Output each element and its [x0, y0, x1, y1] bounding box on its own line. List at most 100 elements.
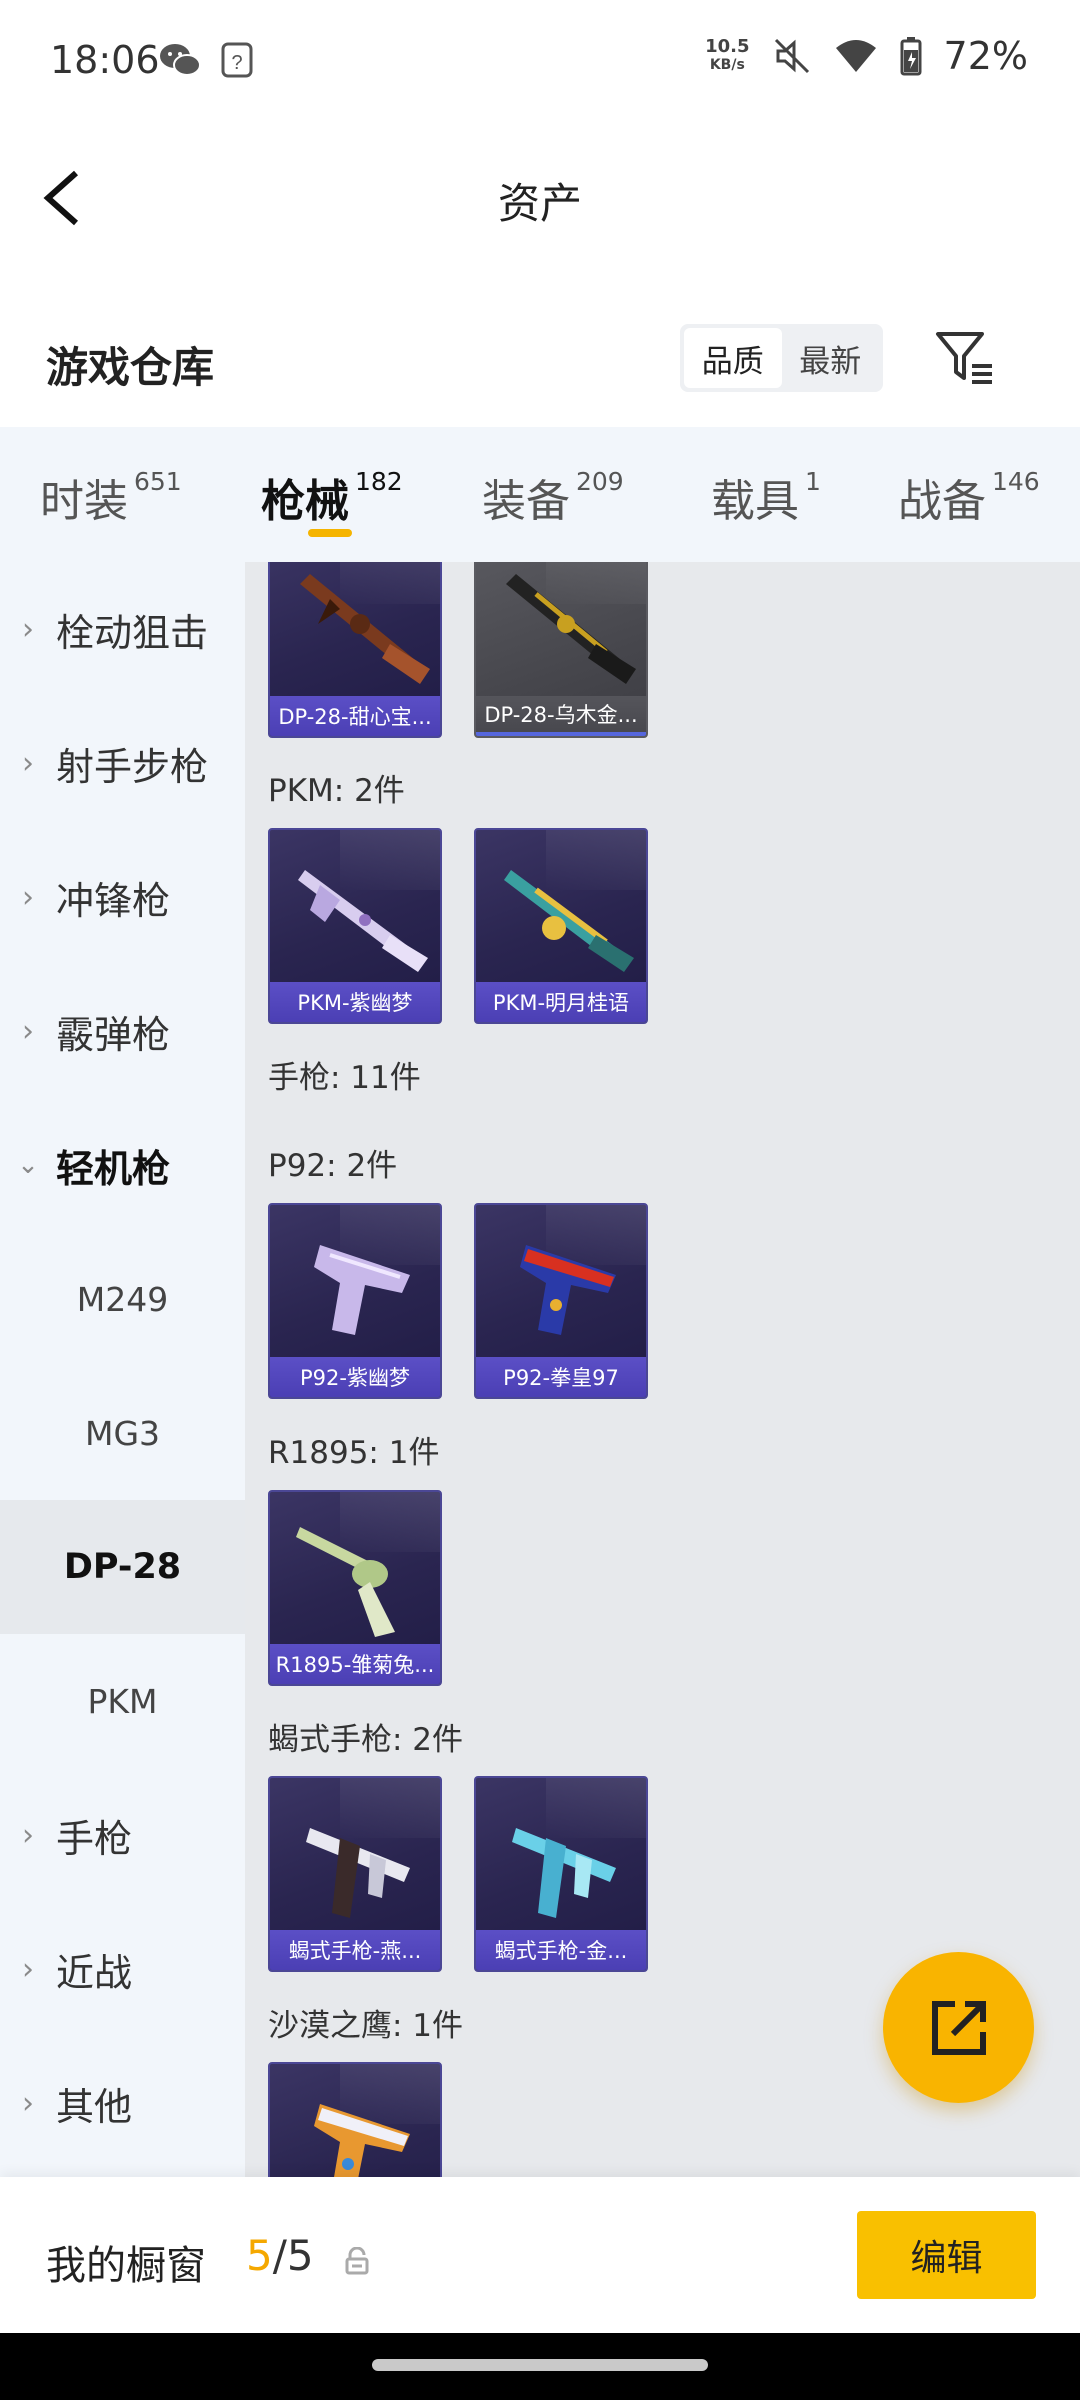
card-name: 蝎式手枪-燕... — [270, 1930, 440, 1970]
tab-supplies[interactable]: 战备 146 — [898, 465, 1040, 529]
sidebar-item-marksman-rifle[interactable]: › 射手步枪 — [0, 696, 245, 830]
mute-icon — [774, 38, 809, 74]
card-name: P92-拳皇97 — [476, 1357, 646, 1397]
chevron-right-icon: › — [22, 879, 34, 915]
sidebar-subitem-dp28[interactable]: DP-28 — [0, 1500, 245, 1634]
sidebar-item-label: 冲锋枪 — [56, 878, 171, 923]
smg-pistol-skin-icon — [306, 1828, 410, 1918]
tab-label: 枪械 — [261, 476, 349, 527]
tab-count: 651 — [134, 467, 182, 496]
item-card[interactable]: R1895-雏菊兔... — [268, 1490, 442, 1686]
sort-toggle: 品质 最新 — [680, 324, 883, 392]
app-header: 资产 — [0, 125, 1080, 265]
group-label-r1895: R1895: 1件 — [268, 1435, 440, 1471]
sidebar-item-label: 霰弹枪 — [56, 1012, 171, 1057]
lock-icon — [345, 2247, 369, 2275]
share-button[interactable] — [883, 1952, 1034, 2103]
item-card[interactable] — [268, 2062, 442, 2177]
sidebar-item-label: 其他 — [56, 2084, 133, 2129]
sidebar-item-label: 近战 — [56, 1950, 133, 1995]
chevron-right-icon: › — [22, 745, 34, 781]
sidebar-subitem-pkm[interactable]: PKM — [0, 1634, 245, 1768]
item-card[interactable]: PKM-紫幽梦 — [268, 828, 442, 1024]
item-card[interactable]: DP-28-甜心宝... — [268, 562, 442, 738]
item-grid: DP-28-甜心宝... DP-28-乌木金... PKM: 2件 PKM-紫幽… — [245, 562, 1080, 2177]
card-name: DP-28-甜心宝... — [270, 696, 440, 736]
network-speed-unit: KB/s — [709, 57, 745, 73]
sidebar-item-shotgun[interactable]: › 霰弹枪 — [0, 964, 245, 1098]
chevron-right-icon: › — [22, 1013, 34, 1049]
network-speed-value: 10.5 — [705, 36, 750, 57]
edit-button[interactable]: 编辑 — [857, 2211, 1036, 2299]
app-notification-icon: ? — [221, 42, 253, 78]
tab-label: 装备 — [482, 476, 570, 527]
card-name: DP-28-乌木金... — [476, 696, 646, 736]
lmg-skin-icon — [506, 574, 636, 684]
chevron-right-icon: › — [22, 1951, 34, 1987]
revolver-skin-icon — [296, 1527, 395, 1637]
sidebar-subitem-m249[interactable]: M249 — [0, 1232, 245, 1366]
window-count: 5/5 — [246, 2231, 314, 2280]
share-icon — [931, 2000, 986, 2055]
tab-count: 209 — [576, 467, 624, 496]
card-name: P92-紫幽梦 — [270, 1357, 440, 1397]
tab-label: 战备 — [898, 476, 986, 527]
tab-label: 载具 — [711, 476, 799, 527]
pistol-skin-icon — [314, 2104, 410, 2177]
window-count-total: 5 — [286, 2231, 314, 2280]
my-window-label: 我的橱窗 — [46, 2243, 206, 2289]
sidebar-item-melee[interactable]: › 近战 — [0, 1902, 245, 2036]
chevron-right-icon: › — [22, 1817, 34, 1853]
pistol-skin-icon — [314, 1245, 410, 1335]
battery-icon — [900, 37, 922, 76]
battery-percent: 72% — [943, 34, 1028, 78]
group-label-desert-eagle: 沙漠之鹰: 1件 — [268, 2008, 464, 2044]
sidebar-item-bolt-sniper[interactable]: › 栓动狙击 — [0, 562, 245, 696]
group-label-pistol: 手枪: 11件 — [268, 1060, 421, 1096]
tab-guns[interactable]: 枪械 182 — [261, 465, 403, 529]
warehouse-title: 游戏仓库 — [46, 343, 215, 392]
tab-vehicles[interactable]: 载具 1 — [711, 465, 821, 529]
item-card[interactable]: P92-紫幽梦 — [268, 1203, 442, 1399]
sidebar-item-label: 栓动狙击 — [56, 610, 209, 655]
filter-icon — [936, 332, 992, 384]
card-name: R1895-雏菊兔... — [270, 1644, 440, 1684]
card-name: PKM-紫幽梦 — [270, 982, 440, 1022]
chevron-right-icon: › — [22, 2085, 34, 2121]
sidebar-item-smg[interactable]: › 冲锋枪 — [0, 830, 245, 964]
home-gesture-handle[interactable] — [372, 2359, 708, 2371]
pkm-skin-icon — [504, 870, 634, 972]
my-window-bar: 我的橱窗 5/5 编辑 — [0, 2177, 1080, 2333]
card-name: 蝎式手枪-金... — [476, 1930, 646, 1970]
wechat-icon — [160, 44, 201, 76]
window-count-current: 5 — [246, 2231, 273, 2280]
lmg-skin-icon — [300, 574, 430, 684]
tab-fashion[interactable]: 时装 651 — [40, 465, 182, 529]
sidebar-item-lmg[interactable]: ⌄ 轻机枪 — [0, 1098, 245, 1232]
sort-quality-option[interactable]: 品质 — [684, 328, 782, 388]
card-name: PKM-明月桂语 — [476, 982, 646, 1022]
status-right-icons: 10.5 KB/s 72% — [705, 34, 1028, 78]
sidebar-item-label: 手枪 — [56, 1816, 133, 1861]
page-title: 资产 — [497, 179, 582, 228]
item-card[interactable]: 蝎式手枪-金... — [474, 1776, 648, 1972]
filter-button[interactable] — [930, 322, 1000, 392]
tab-count: 182 — [355, 467, 403, 496]
item-card[interactable]: DP-28-乌木金... — [474, 562, 648, 738]
sidebar-item-other[interactable]: › 其他 — [0, 2036, 245, 2170]
network-speed: 10.5 KB/s — [705, 38, 749, 74]
item-card[interactable]: P92-拳皇97 — [474, 1203, 648, 1399]
group-label-pkm: PKM: 2件 — [268, 773, 405, 809]
sidebar-item-label: 轻机枪 — [56, 1146, 171, 1191]
sort-newest-option[interactable]: 最新 — [782, 328, 880, 388]
tab-label: 时装 — [40, 476, 128, 527]
pistol-skin-icon — [520, 1245, 616, 1335]
tab-equipment[interactable]: 装备 209 — [482, 465, 624, 529]
sidebar-subitem-mg3[interactable]: MG3 — [0, 1366, 245, 1500]
wifi-icon — [835, 40, 876, 72]
item-card[interactable]: PKM-明月桂语 — [474, 828, 648, 1024]
sidebar-item-pistol[interactable]: › 手枪 — [0, 1768, 245, 1902]
item-card[interactable]: 蝎式手枪-燕... — [268, 1776, 442, 1972]
system-nav-bar — [0, 2333, 1080, 2400]
tab-count: 1 — [805, 467, 821, 496]
